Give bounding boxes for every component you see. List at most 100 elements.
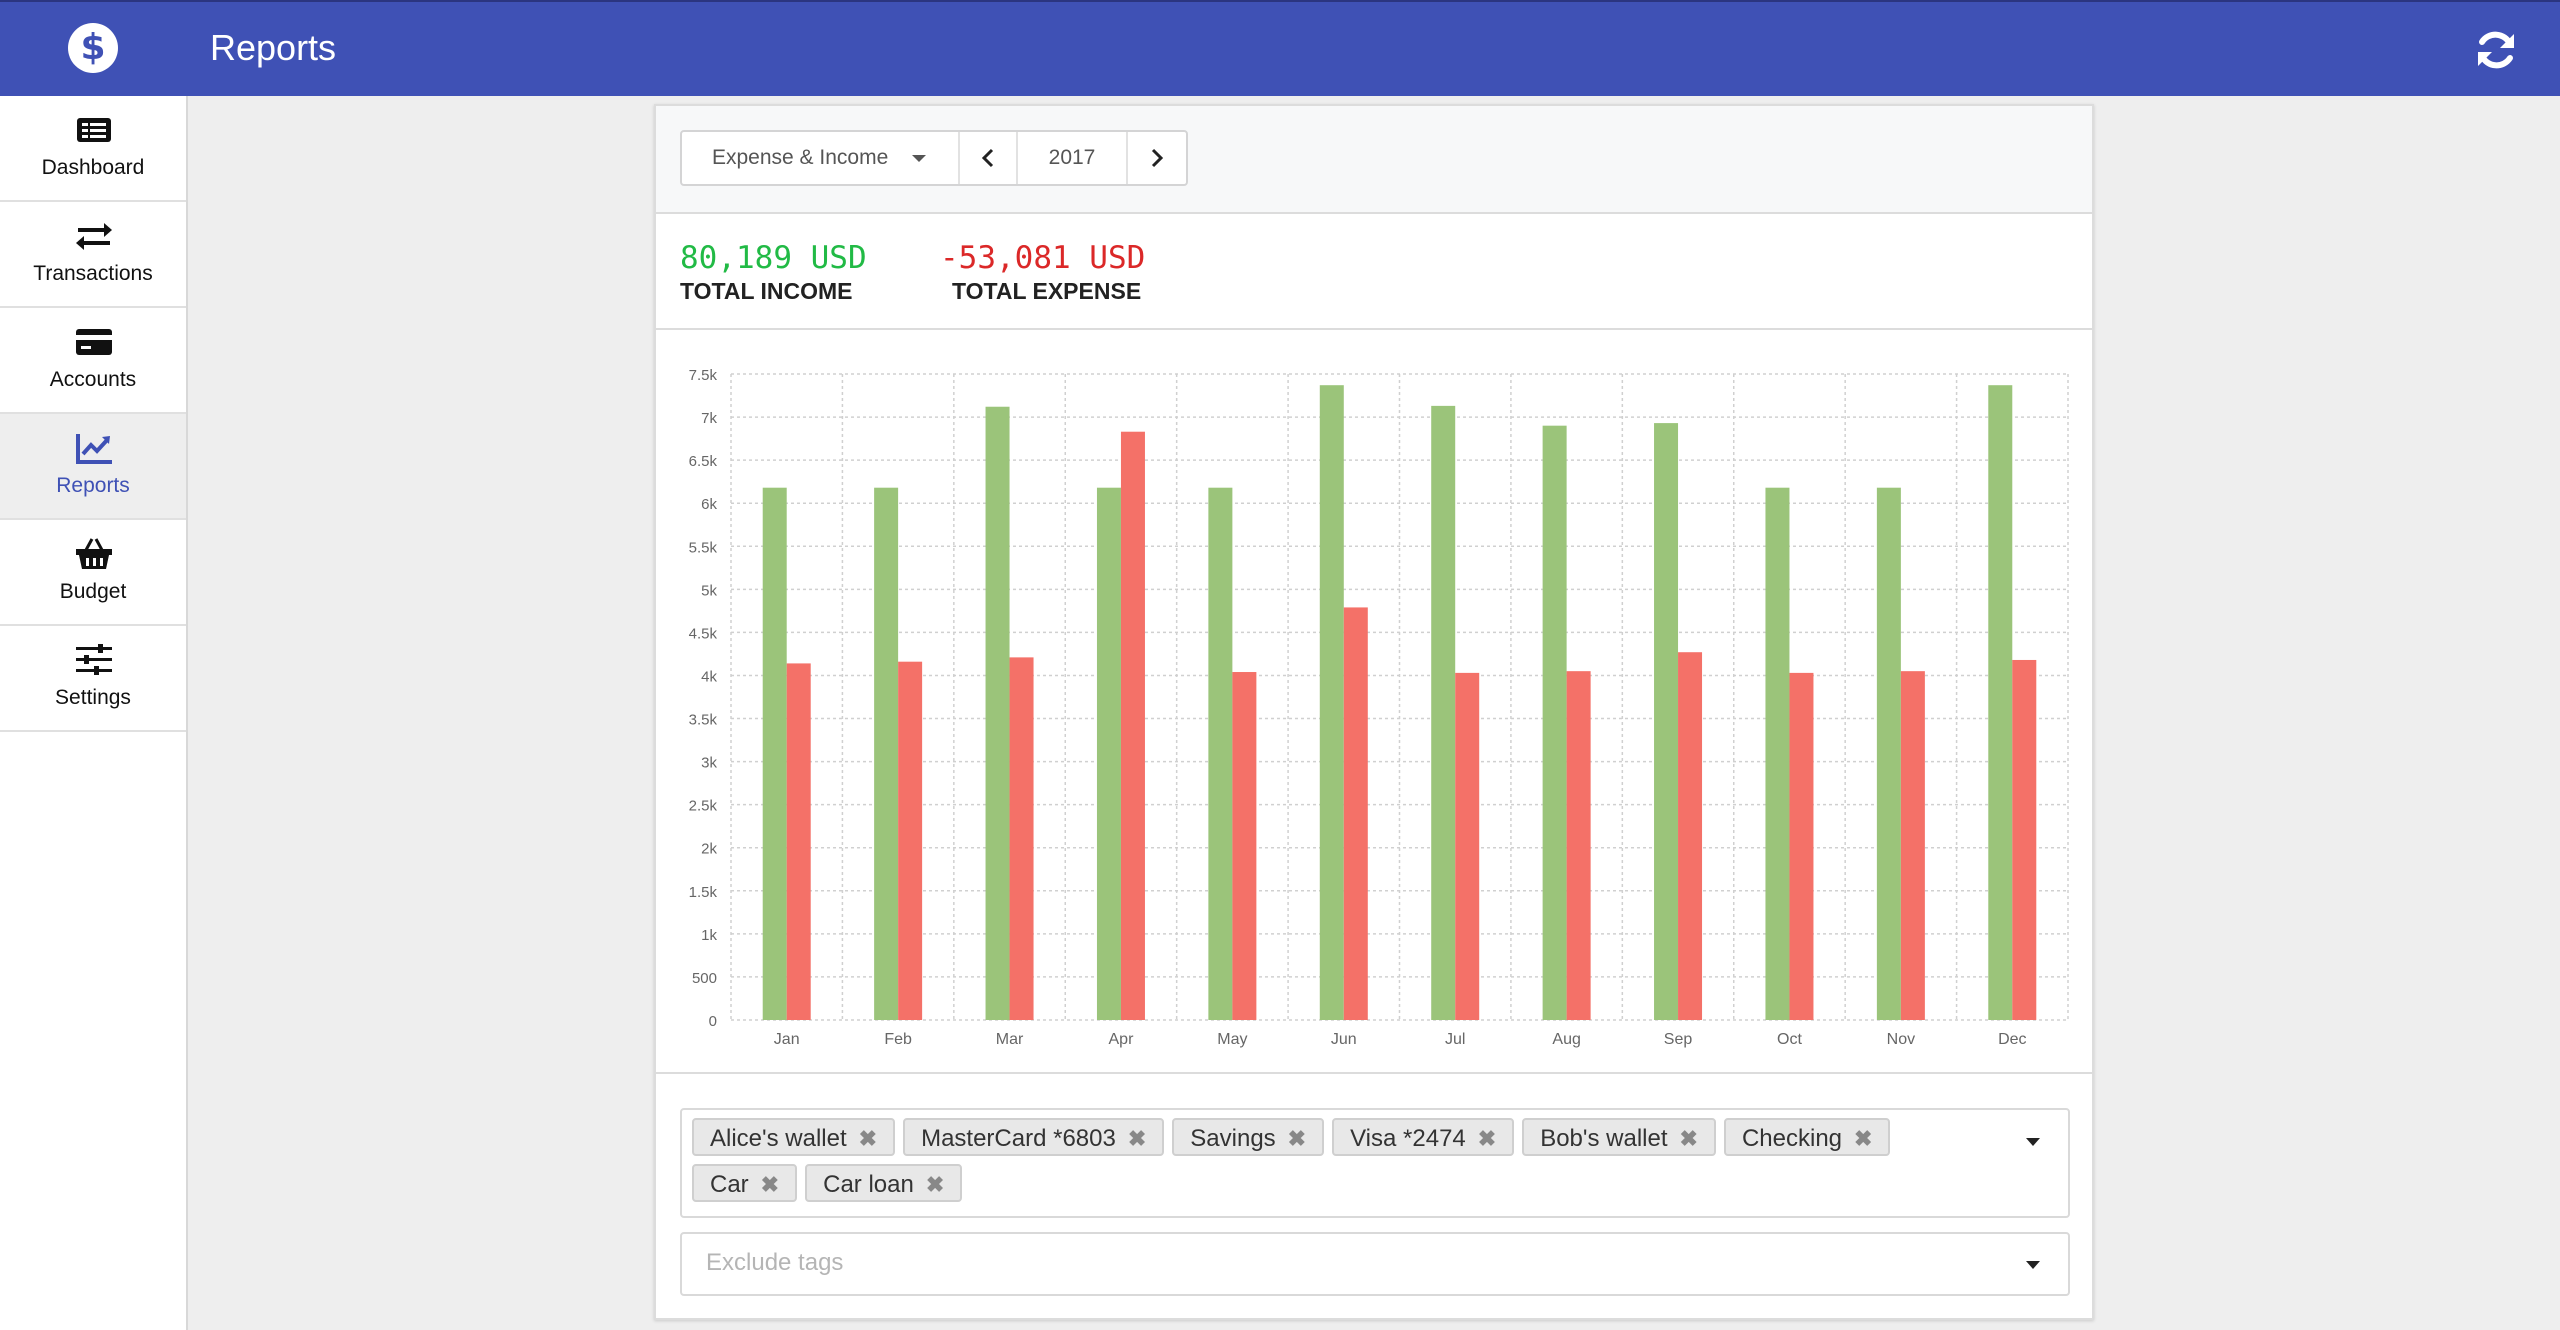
y-tick-label: 5.5k [689,539,718,556]
expense-bar[interactable] [1566,671,1591,1020]
expense-bar[interactable] [1455,672,1480,1020]
account-chip-label: Car loan [823,1171,914,1198]
y-tick-label: 6.5k [689,453,718,470]
sliders-icon [76,644,112,675]
income-expense-bar-chart: 0 500 1k 1.5k 2k 2.5k 3k 3.5k 4k 4.5k 5k 5.5k 6k 6.5k… [689,367,2069,1048]
totals-panel: 80,189 USD TOTAL INCOME -53,081 USD TOTA… [656,214,2092,330]
y-tick-label: 1.5k [689,884,718,901]
account-chip-label: Visa *2474 [1350,1125,1466,1152]
sidebar-item-budget[interactable]: Budget [0,520,186,626]
sidebar-item-label: Reports [56,474,130,497]
expense-bar[interactable] [1900,671,1925,1020]
expense-bar[interactable] [1232,672,1257,1020]
y-tick-label: 2.5k [689,798,718,815]
y-tick-label: 3.5k [689,712,718,729]
caret-down-icon[interactable] [2026,1138,2040,1146]
chart-area: 0 500 1k 1.5k 2k 2.5k 3k 3.5k 4k 4.5k 5k 5.5k 6k 6.5k… [656,330,2092,1074]
income-bar[interactable] [1654,423,1679,1020]
account-chip: Car ✖ [692,1164,798,1202]
x-tick-label: Jan [774,1031,800,1048]
x-tick-label: May [1217,1031,1247,1048]
account-chip-label: Bob's wallet [1540,1125,1668,1152]
sidebar-item-label: Transactions [33,262,153,285]
income-bar[interactable] [1988,385,2013,1020]
income-bar[interactable] [1876,487,1901,1020]
report-mode-label: Expense & Income [712,146,889,169]
account-chip: Visa *2474 ✖ [1332,1118,1515,1156]
total-income-value: 80,189 USD [680,240,867,276]
year-display: 2017 [1018,132,1128,184]
sidebar-item-transactions[interactable]: Transactions [0,202,186,308]
previous-year-button[interactable] [960,132,1018,184]
caret-down-icon[interactable] [2026,1261,2040,1269]
dashboard-icon [77,118,111,142]
expense-bar[interactable] [2012,659,2037,1020]
report-mode-dropdown[interactable]: Expense & Income [682,132,960,184]
sidebar-item-dashboard[interactable]: Dashboard [0,96,186,202]
income-bar[interactable] [1765,487,1790,1020]
basket-icon [76,538,112,569]
expense-bar[interactable] [1789,672,1814,1020]
x-tick-label: Oct [1777,1031,1802,1048]
account-chip-label: MasterCard *6803 [921,1125,1116,1152]
expense-bar[interactable] [1678,652,1703,1020]
sidebar-item-label: Budget [59,580,127,603]
remove-chip-icon[interactable]: ✖ [926,1172,944,1197]
y-tick-label: 0 [709,1013,717,1030]
x-tick-label: Mar [996,1031,1024,1048]
sidebar-item-reports[interactable]: Reports [0,414,186,520]
refresh-icon[interactable] [2472,26,2520,74]
expense-bar[interactable] [1120,431,1145,1020]
remove-chip-icon[interactable]: ✖ [1854,1126,1872,1151]
income-bar[interactable] [985,406,1010,1020]
accounts-filter[interactable]: Alice's wallet ✖ MasterCard *6803 ✖ Savings ✖… [680,1108,2070,1218]
income-bar[interactable] [1542,425,1567,1020]
expense-bar[interactable] [1343,607,1368,1020]
income-bar[interactable] [1319,385,1344,1020]
exclude-tags-placeholder: Exclude tags [706,1249,844,1276]
account-chip-label: Checking [1741,1125,1843,1152]
sidebar-item-accounts[interactable]: Accounts [0,308,186,414]
income-bar[interactable] [1431,405,1456,1020]
remove-chip-icon[interactable]: ✖ [859,1126,877,1151]
account-chip: Alice's wallet ✖ [692,1118,896,1156]
remove-chip-icon[interactable]: ✖ [1680,1126,1698,1151]
y-tick-label: 3k [701,755,717,772]
sidebar: Dashboard Transactions Accounts Reports [0,96,188,1330]
y-tick-label: 4.5k [689,625,718,642]
x-tick-label: Jun [1331,1031,1357,1048]
dollar-logo-icon: $ [68,23,118,73]
next-year-button[interactable] [1128,132,1186,184]
account-chip: Checking ✖ [1723,1118,1891,1156]
report-toolbar: Expense & Income 2017 [656,106,2092,214]
report-card: Expense & Income 2017 80,189 USD TOTAL I… [654,104,2094,1320]
expense-bar[interactable] [786,663,811,1020]
sidebar-item-label: Accounts [49,368,137,391]
expense-bar[interactable] [1009,657,1034,1020]
income-bar[interactable] [762,487,787,1020]
remove-chip-icon[interactable]: ✖ [1288,1126,1306,1151]
account-chip: MasterCard *6803 ✖ [903,1118,1165,1156]
remove-chip-icon[interactable]: ✖ [1128,1126,1146,1151]
account-chip: Bob's wallet ✖ [1522,1118,1716,1156]
account-chip-label: Car [710,1171,749,1198]
sidebar-item-label: Dashboard [41,156,145,179]
x-tick-label: Nov [1887,1031,1915,1048]
account-chip: Savings ✖ [1172,1118,1325,1156]
expense-bar[interactable] [898,661,923,1020]
income-bar[interactable] [1096,487,1121,1020]
page-title: Reports [210,27,337,68]
remove-chip-icon[interactable]: ✖ [1478,1126,1496,1151]
credit-card-icon [76,329,112,355]
sidebar-item-settings[interactable]: Settings [0,626,186,732]
line-chart-icon [76,434,112,464]
total-income-label: TOTAL INCOME [680,278,853,304]
sidebar-item-label: Settings [55,686,131,709]
report-controls: Expense & Income 2017 [680,130,1188,186]
income-bar[interactable] [874,487,899,1020]
exclude-tags-filter[interactable]: Exclude tags [680,1232,2070,1296]
y-tick-label: 2k [701,841,717,858]
y-tick-label: 7.5k [689,367,718,384]
remove-chip-icon[interactable]: ✖ [761,1172,779,1197]
income-bar[interactable] [1208,487,1233,1020]
